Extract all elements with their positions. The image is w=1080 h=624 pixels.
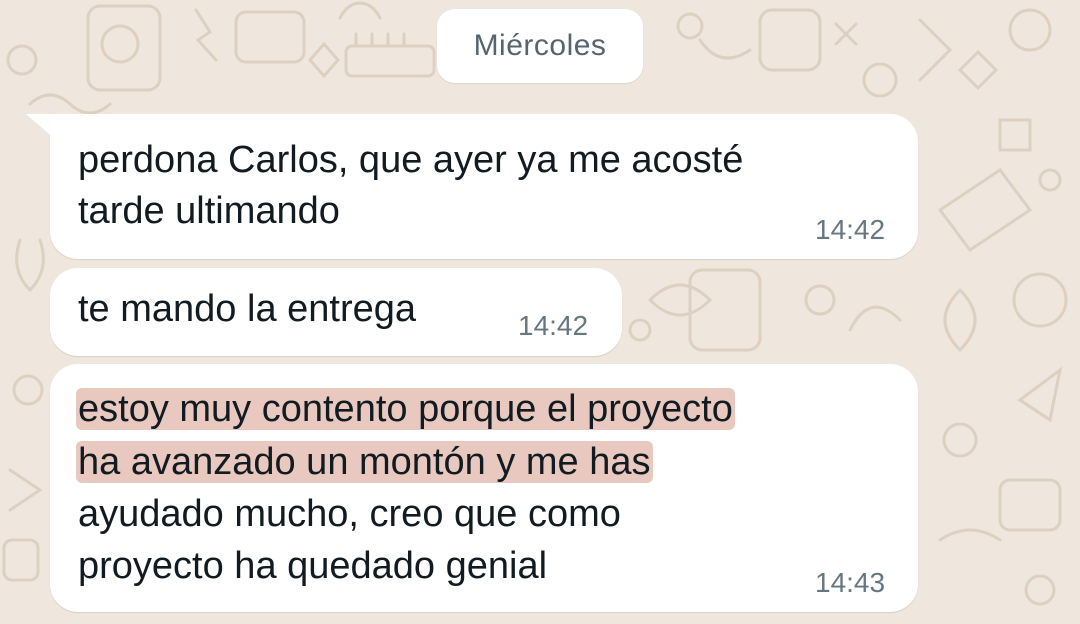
message-bubble[interactable] bbox=[50, 114, 918, 259]
message-text-line: te mando la entrega bbox=[78, 288, 417, 330]
text-highlight: ha avanzado un montón y me has bbox=[76, 441, 653, 483]
message-text-line-highlighted: ha avanzado un montón y me has bbox=[76, 439, 653, 485]
text-highlight: estoy muy contento porque el proyecto bbox=[76, 388, 735, 430]
date-separator: Miércoles bbox=[437, 9, 643, 83]
message-text-line: proyecto ha quedado genial bbox=[78, 545, 548, 587]
date-separator-label: Miércoles bbox=[473, 29, 607, 62]
message-timestamp: 14:43 bbox=[815, 567, 886, 598]
message-text-line: perdona Carlos, que ayer ya me acosté bbox=[78, 139, 744, 181]
message-text-line: ayudado mucho, creo que como bbox=[78, 493, 621, 535]
message-text-line-highlighted: estoy muy contento porque el proyecto bbox=[76, 386, 735, 432]
message-timestamp: 14:42 bbox=[815, 214, 886, 245]
message-timestamp: 14:42 bbox=[518, 310, 589, 341]
message-text-line: tarde ultimando bbox=[78, 190, 340, 232]
